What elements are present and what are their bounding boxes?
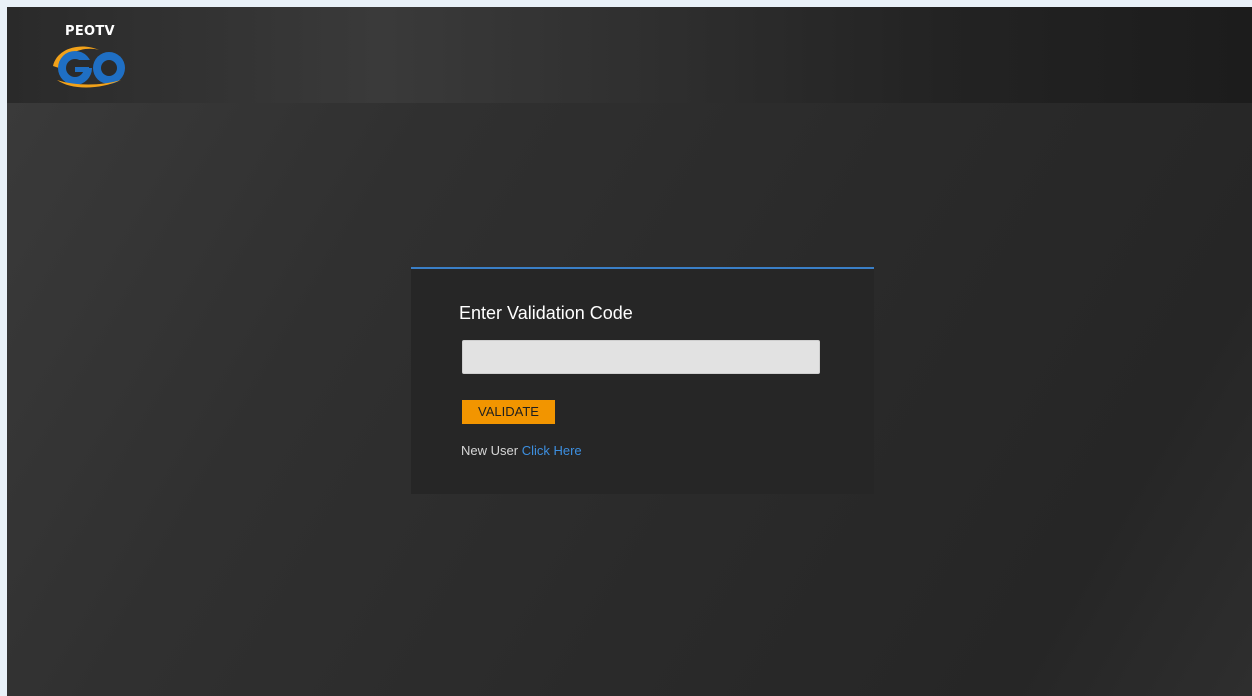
validate-button[interactable]: VALIDATE — [462, 400, 555, 424]
logo-text: PEOTV — [65, 24, 115, 39]
validation-title: Enter Validation Code — [459, 303, 633, 323]
new-user-text: New User — [461, 443, 522, 458]
header-bar: PEOTV — [7, 7, 1252, 103]
new-user-row: New User Click Here — [461, 443, 582, 458]
validation-code-input[interactable] — [462, 340, 820, 374]
validation-panel: Enter Validation Code VALIDATE New User … — [411, 267, 874, 494]
click-here-link[interactable]: Click Here — [522, 443, 582, 458]
peotv-go-logo[interactable]: PEOTV — [51, 24, 131, 88]
go-logo-icon — [53, 46, 125, 88]
app-window: PEOTV Enter Validation Code VALIDATE New… — [7, 7, 1252, 696]
